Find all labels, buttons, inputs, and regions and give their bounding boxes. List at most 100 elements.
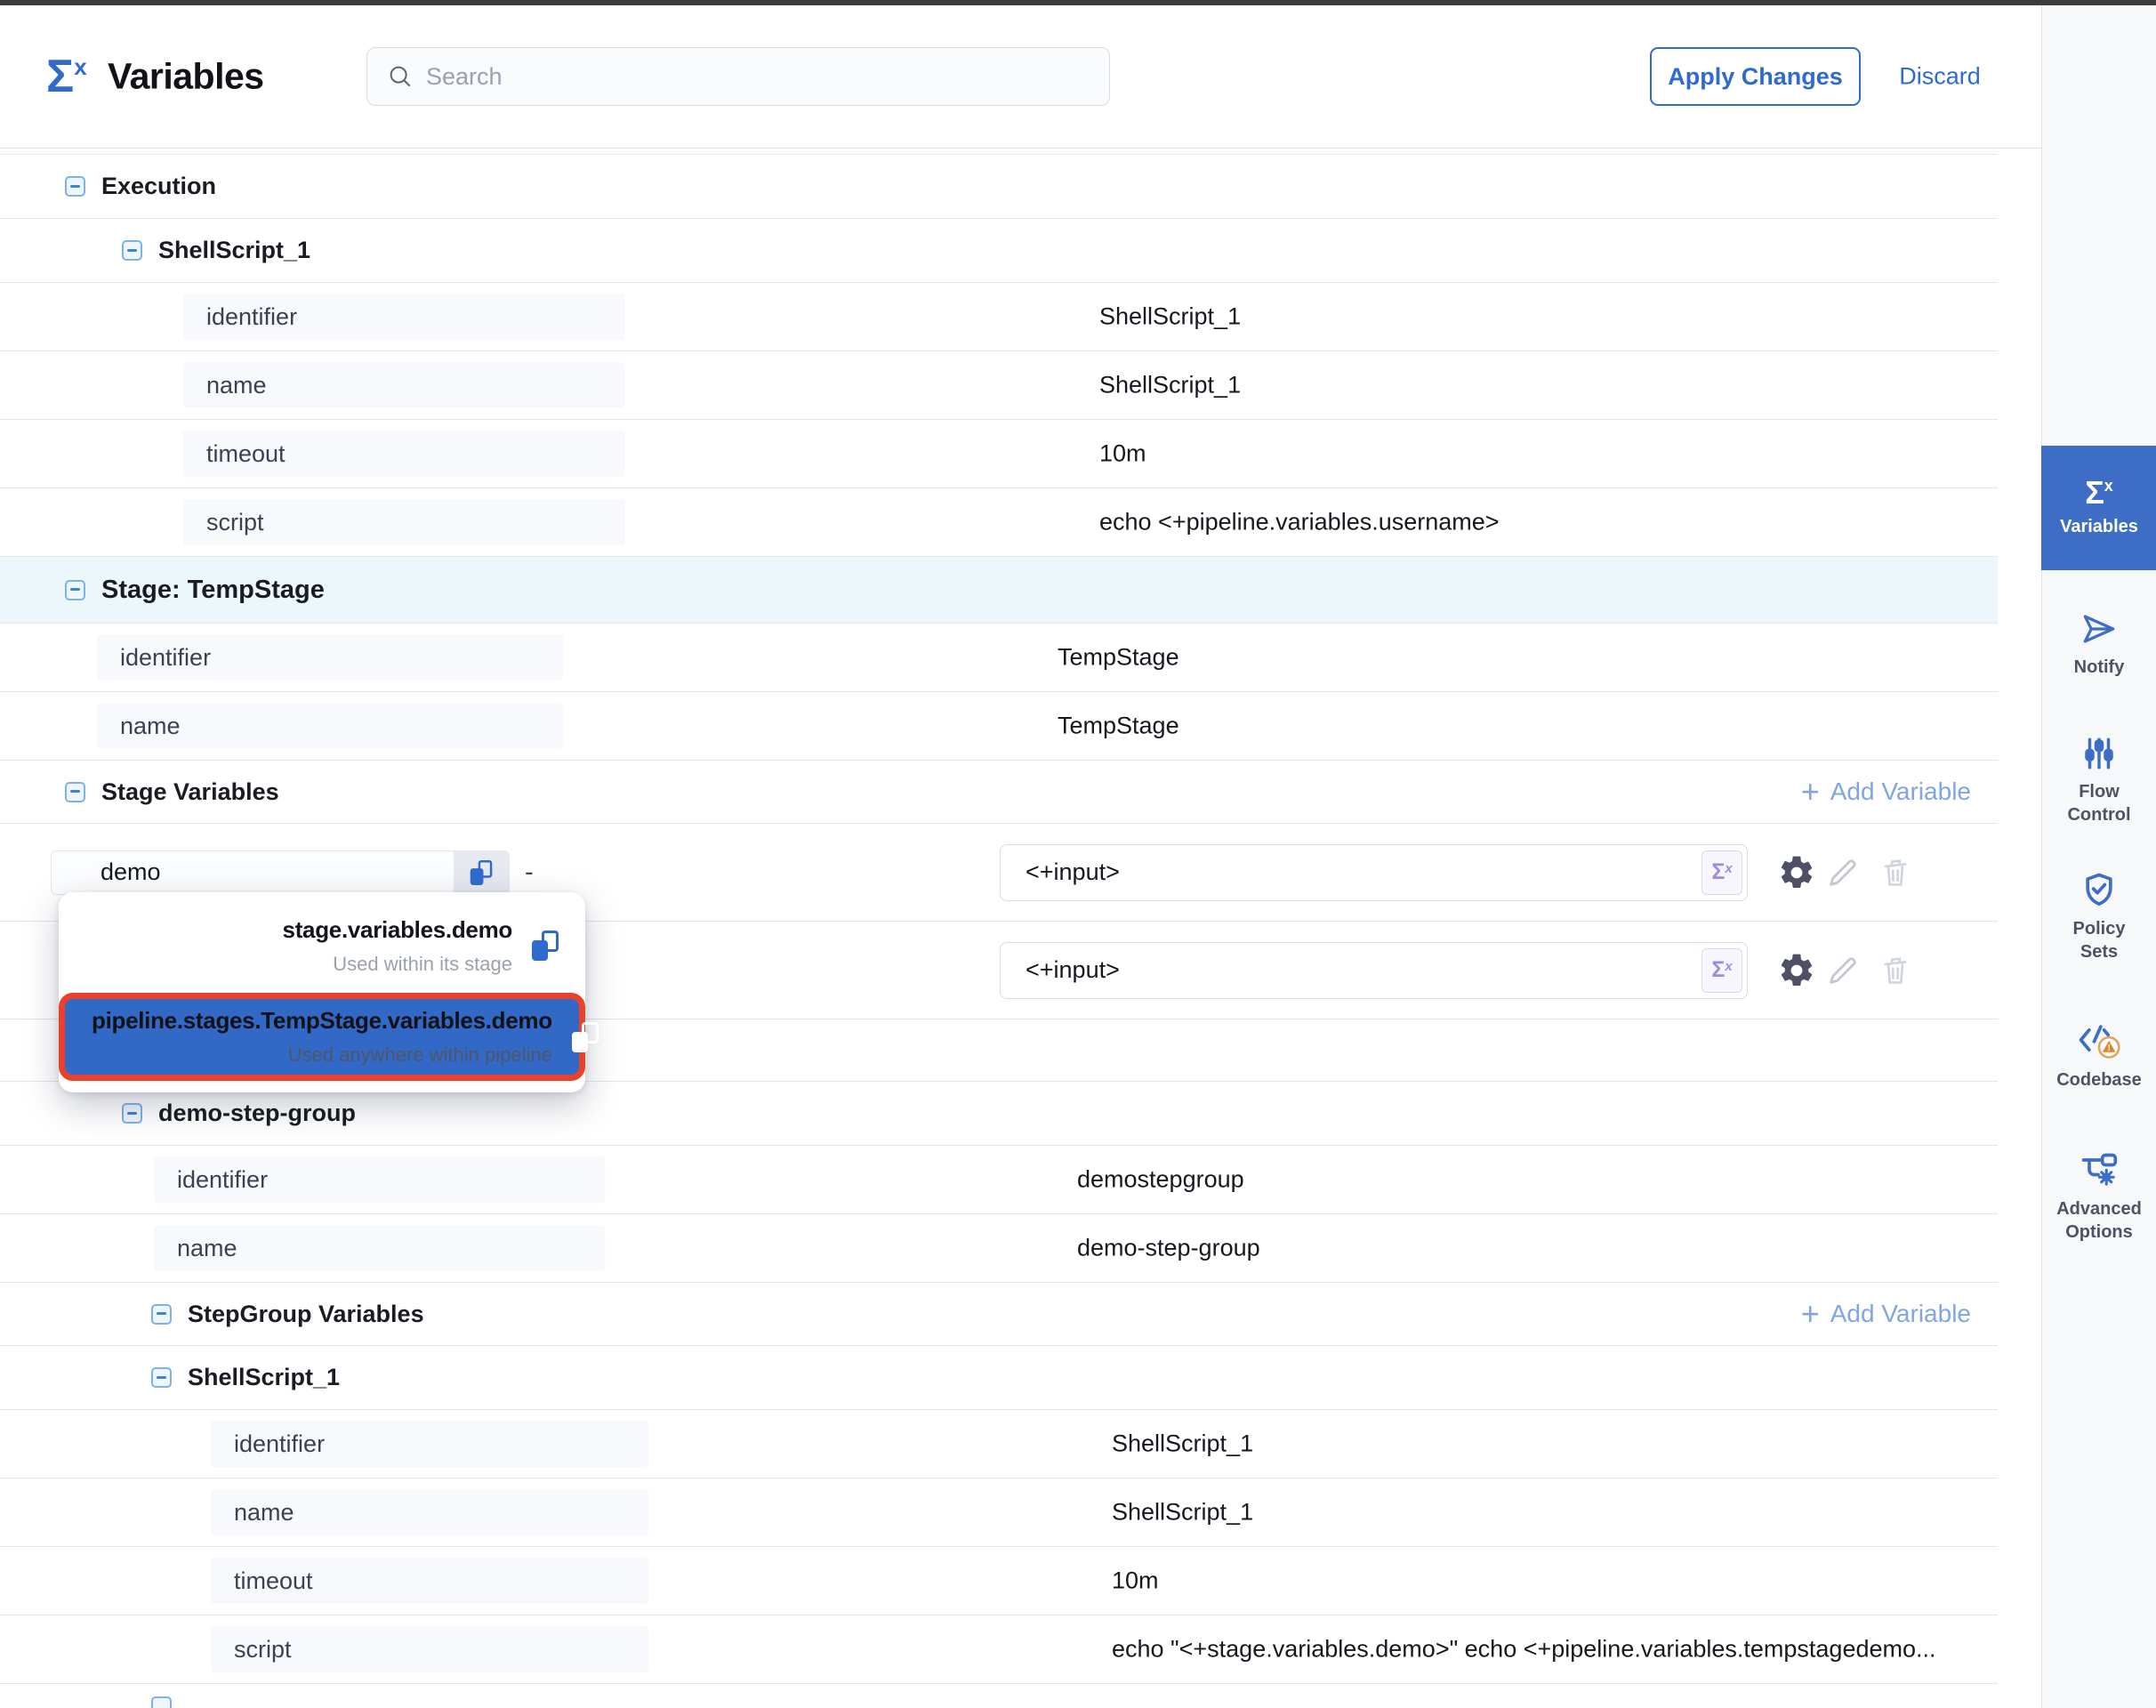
copy-icon[interactable]	[532, 931, 559, 961]
field-label-pill: name	[211, 1489, 648, 1535]
table-row: Stage Variables +Add Variable	[0, 761, 1998, 824]
copy-icon[interactable]	[572, 1022, 599, 1052]
popup-item-text: pipeline.stages.TempStage.variables.demo…	[92, 1007, 552, 1067]
sidebar-item-variables[interactable]: Σx Variables	[2041, 446, 2156, 570]
popup-item-text: stage.variables.demo Used within its sta…	[85, 916, 512, 976]
sliders-icon	[2080, 735, 2118, 772]
sidebar-item-codebase[interactable]: ! Codebase	[2042, 1019, 2156, 1092]
copy-segment[interactable]	[454, 851, 509, 894]
group-label: Execution	[101, 173, 216, 200]
table-row: name TempStage	[0, 692, 1998, 761]
collapse-minus-icon[interactable]	[151, 1304, 172, 1325]
table-row: scriptecho <+pipeline.variables.username…	[0, 488, 1998, 557]
field-value: 10m	[1112, 1567, 1159, 1595]
popup-item-subtitle: Used within its stage	[85, 953, 512, 976]
search-input[interactable]	[426, 63, 1049, 91]
field-value: ShellScript_1	[1112, 1430, 1253, 1458]
field-label-pill: name	[183, 362, 625, 408]
shield-check-icon	[2080, 870, 2119, 909]
table-row: timeout 10m	[0, 420, 1998, 488]
variable-name-field[interactable]: demo	[51, 850, 510, 895]
field-label-pill: script	[211, 1626, 648, 1672]
collapse-minus-icon[interactable]	[122, 1103, 142, 1124]
expression-sigma-chip[interactable]: Σx	[1701, 850, 1742, 895]
variable-type: -	[525, 858, 534, 887]
sidebar-item-flow-control[interactable]: Flow Control	[2042, 735, 2156, 826]
collapse-minus-icon[interactable]	[151, 1367, 172, 1388]
apply-changes-button[interactable]: Apply Changes	[1650, 47, 1861, 106]
plus-icon: +	[1801, 776, 1820, 808]
collapse-minus-icon[interactable]	[122, 240, 142, 261]
field-value: echo "<+stage.variables.demo>" echo <+pi…	[1112, 1636, 1936, 1664]
field-value: ShellScript_1	[1099, 303, 1241, 331]
table-row: name ShellScript_1	[0, 351, 1998, 420]
sidebar-item-advanced-options[interactable]: Advanced Options	[2042, 1150, 2156, 1244]
trash-icon[interactable]	[1878, 953, 1912, 988]
field-label-pill: name	[97, 703, 563, 749]
group-label: Stage Variables	[101, 778, 279, 806]
flowchart-gear-icon	[2080, 1150, 2119, 1189]
collapse-minus-icon[interactable]	[65, 782, 85, 802]
field-label-pill: name	[154, 1225, 605, 1271]
copy-icon[interactable]	[471, 860, 493, 885]
window-top-strip	[0, 0, 2156, 5]
popup-item-title: pipeline.stages.TempStage.variables.demo	[92, 1007, 552, 1035]
group-label: ShellScript_1	[188, 1364, 340, 1391]
discard-button[interactable]: Discard	[1891, 63, 1989, 91]
field-value: demostepgroup	[1077, 1166, 1244, 1194]
svg-text:!: !	[2107, 1043, 2110, 1053]
field-label-pill: timeout	[211, 1558, 648, 1604]
popup-item-stage-scope[interactable]: stage.variables.demo Used within its sta…	[59, 901, 585, 990]
group-label: StepGroup Variables	[188, 1301, 424, 1328]
header: Σx Variables Apply Changes Discard	[0, 5, 2041, 149]
paper-plane-icon	[2079, 610, 2120, 648]
field-label-pill: identifier	[211, 1421, 648, 1467]
popup-item-pipeline-scope[interactable]: pipeline.stages.TempStage.variables.demo…	[59, 993, 585, 1081]
variable-value-input[interactable]: <+input>Σx	[1000, 942, 1748, 999]
field-label-pill: identifier	[97, 634, 563, 681]
field-value: 10m	[1099, 440, 1146, 468]
page-title: Variables	[108, 56, 264, 98]
gear-icon[interactable]	[1777, 951, 1816, 990]
plus-icon: +	[1801, 1298, 1820, 1330]
variable-value-input[interactable]: <+input>Σx	[1000, 844, 1748, 901]
search-box[interactable]	[366, 47, 1110, 106]
pencil-icon[interactable]	[1825, 855, 1861, 890]
popup-item-title: stage.variables.demo	[85, 916, 512, 944]
field-value: TempStage	[1058, 713, 1179, 740]
table-row: identifier demostepgroup	[0, 1146, 1998, 1214]
variable-reference-popup: stage.variables.demo Used within its sta…	[59, 892, 585, 1092]
collapse-minus-icon[interactable]	[65, 176, 85, 197]
collapse-icon-partial[interactable]	[151, 1696, 172, 1708]
sigma-x-icon: Σx	[2085, 477, 2113, 509]
collapse-minus-icon[interactable]	[65, 580, 85, 600]
sidebar-item-notify[interactable]: Notify	[2042, 610, 2156, 680]
group-label: Stage: TempStage	[101, 576, 325, 605]
search-icon	[387, 63, 414, 90]
table-row: identifier ShellScript_1	[0, 283, 1998, 351]
sidebar-item-policy-sets[interactable]: Policy Sets	[2042, 870, 2156, 963]
gear-icon[interactable]	[1777, 853, 1816, 892]
field-value: TempStage	[1058, 644, 1179, 672]
code-warning-icon: !	[2076, 1019, 2122, 1060]
table-row: ShellScript_1	[0, 1346, 1998, 1410]
field-label-pill: timeout	[183, 431, 625, 477]
table-row: ShellScript_1	[0, 219, 1998, 283]
group-label: demo-step-group	[158, 1100, 356, 1127]
table-row: Stage: TempStage	[0, 557, 1998, 624]
add-variable-button[interactable]: +Add Variable	[1801, 1298, 1971, 1330]
expression-sigma-chip[interactable]: Σx	[1701, 948, 1742, 993]
table-row: timeout 10m	[0, 1547, 1998, 1615]
table-row: identifier ShellScript_1	[0, 1410, 1998, 1478]
field-value: ShellScript_1	[1099, 372, 1241, 399]
group-label: ShellScript_1	[158, 237, 310, 264]
field-label-pill: identifier	[183, 294, 625, 340]
field-label-pill: identifier	[154, 1156, 605, 1203]
trash-icon[interactable]	[1878, 855, 1912, 890]
add-variable-button[interactable]: +Add Variable	[1801, 776, 1971, 808]
popup-item-subtitle: Used anywhere within pipeline	[92, 1043, 552, 1067]
field-label-pill: script	[183, 499, 625, 545]
pencil-icon[interactable]	[1825, 953, 1861, 988]
table-row: script echo "<+stage.variables.demo>" ech…	[0, 1615, 1998, 1684]
table-row: identifier TempStage	[0, 624, 1998, 692]
